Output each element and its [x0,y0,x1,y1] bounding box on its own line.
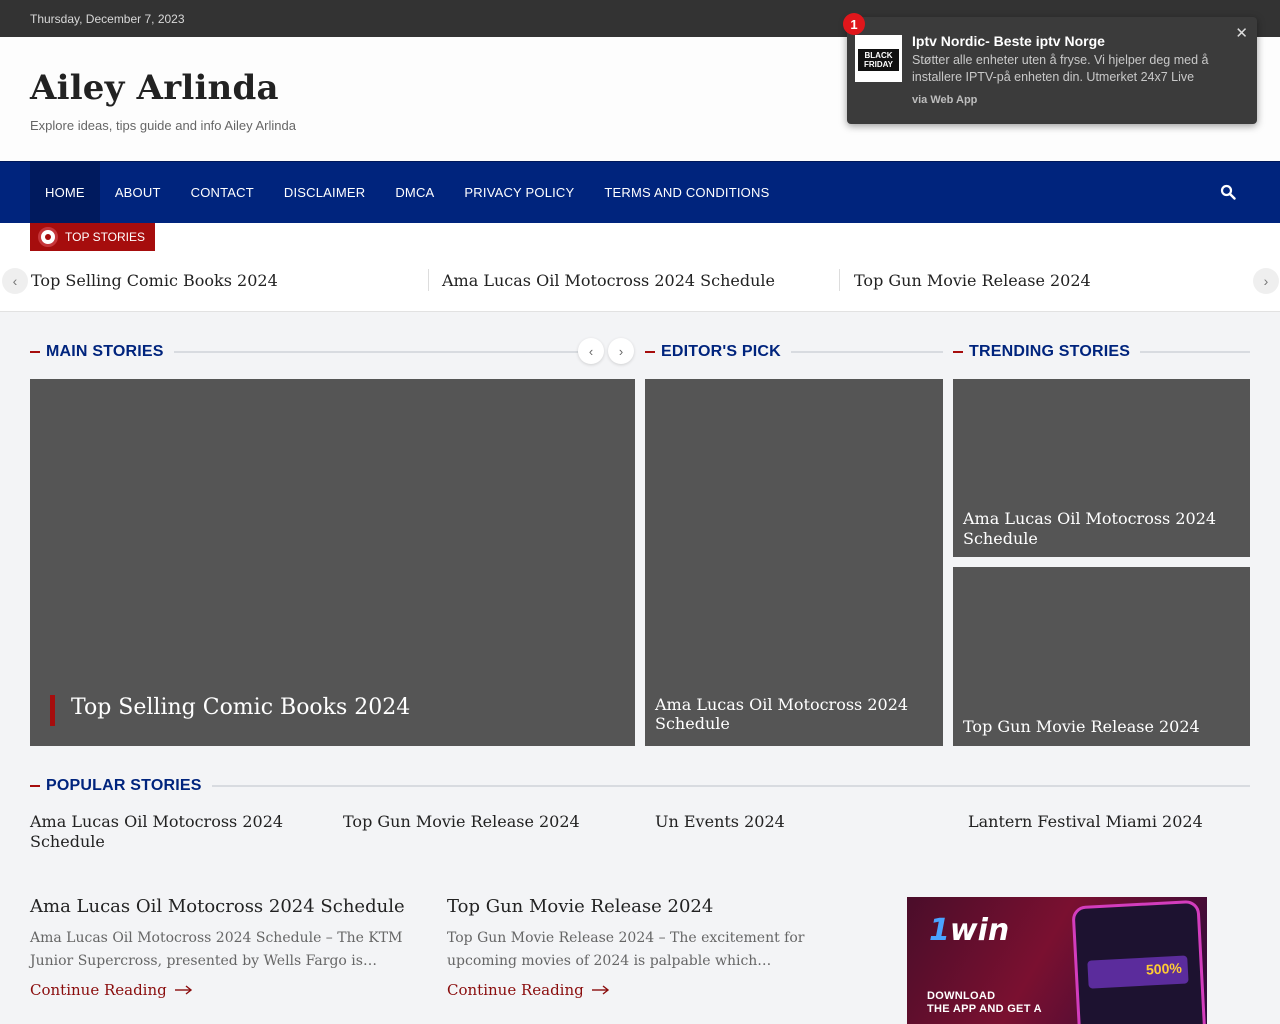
main-stories-heading: MAIN STORIES [30,343,578,361]
ticker-divider [428,269,429,291]
ticker-divider [839,269,840,291]
nav-item-about[interactable]: ABOUT [100,162,176,223]
post-item: Top Gun Movie Release 2024 Top Gun Movie… [447,896,827,999]
top-stories-label: TOP STORIES [65,230,146,244]
continue-reading-link[interactable]: Continue Reading [30,981,410,999]
heading-dash [953,351,963,353]
arrow-right-icon [174,985,192,995]
editors-pick-card[interactable]: Ama Lucas Oil Motocross 2024 Schedule [645,379,943,746]
current-date: Thursday, December 7, 2023 [30,11,185,26]
heading-dash [30,785,40,787]
popular-item[interactable]: Top Gun Movie Release 2024 [343,812,603,832]
thumbnail-text: BLACK FRIDAY [858,49,899,71]
heading-dash [645,351,655,353]
heading-dash [30,351,40,353]
editors-pick-heading: EDITOR'S PICK [645,343,943,361]
post-title[interactable]: Top Gun Movie Release 2024 [447,896,827,917]
popular-item[interactable]: Ama Lucas Oil Motocross 2024 Schedule [30,812,290,852]
ad-line-1: DOWNLOAD [927,990,996,1002]
notification-source: via Web App [912,94,978,106]
popular-item[interactable]: Lantern Festival Miami 2024 [968,812,1228,832]
popular-item[interactable]: Un Events 2024 [655,812,915,832]
top-stories-badge: TOP STORIES [30,223,156,251]
notification-count-badge: 1 [843,13,865,35]
ad-text: DOWNLOAD THE APP AND GET A [927,990,1042,1016]
post-title[interactable]: Ama Lucas Oil Motocross 2024 Schedule [30,896,410,917]
top-stories-ticker: TOP STORIES ‹ Top Selling Comic Books 20… [0,223,1280,312]
nav-item-disclaimer[interactable]: DISCLAIMER [269,162,380,223]
chevron-right-icon[interactable]: › [1253,268,1279,294]
editors-pick-label: EDITOR'S PICK [661,343,781,360]
slider-next-button[interactable]: › [608,338,634,364]
trending-title[interactable]: Top Gun Movie Release 2024 [963,717,1243,737]
heading-line [173,351,578,353]
notification-thumbnail: BLACK FRIDAY [855,35,902,82]
trending-card[interactable]: Top Gun Movie Release 2024 [953,567,1250,746]
notification-body: Støtter alle enheter uten å fryse. Vi hj… [912,53,1209,84]
nav-item-terms[interactable]: TERMS AND CONDITIONS [589,162,784,223]
ticker-row: ‹ Top Selling Comic Books 2024 Ama Lucas… [0,267,1280,295]
post-excerpt: Top Gun Movie Release 2024 – The excitem… [447,930,805,969]
push-notification[interactable]: 1 BLACK FRIDAY Iptv Nordic- Beste iptv N… [843,13,1257,124]
nav-item-privacy-policy[interactable]: PRIVACY POLICY [449,162,589,223]
close-icon[interactable]: ✕ [1235,24,1248,42]
main-story-card[interactable]: Top Selling Comic Books 2024 [30,379,635,746]
post-excerpt: Ama Lucas Oil Motocross 2024 Schedule – … [30,930,403,969]
ad-promo: 500% [1087,955,1189,989]
main-story-title[interactable]: Top Selling Comic Books 2024 [71,695,410,720]
trending-title[interactable]: Ama Lucas Oil Motocross 2024 Schedule [963,509,1233,549]
ad-line-2: THE APP AND GET A [927,1003,1042,1015]
trending-stories-label: TRENDING STORIES [969,343,1131,360]
continue-reading-label: Continue Reading [447,981,584,999]
popular-stories-label: POPULAR STORIES [46,777,202,794]
search-icon[interactable] [1220,184,1236,200]
arrow-right-icon [591,985,609,995]
trending-card[interactable]: Ama Lucas Oil Motocross 2024 Schedule [953,379,1250,557]
slider-prev-button[interactable]: ‹ [578,338,604,364]
live-dot-icon [38,227,58,247]
heading-line [1140,351,1250,353]
heading-line [790,351,943,353]
main-stories-label: MAIN STORIES [46,343,164,360]
chevron-left-icon[interactable]: ‹ [2,268,28,294]
post-item: Ama Lucas Oil Motocross 2024 Schedule Am… [30,896,410,999]
nav-item-home[interactable]: HOME [30,162,100,223]
ad-logo-number: 1 [929,913,950,948]
ad-promo-value: 500% [1145,959,1183,978]
nav-item-dmca[interactable]: DMCA [380,162,449,223]
ad-logo: 1win [929,913,1009,948]
popular-stories-heading: POPULAR STORIES [30,777,1250,795]
title-accent-bar [50,695,55,726]
editors-pick-title[interactable]: Ama Lucas Oil Motocross 2024 Schedule [655,695,925,733]
nav-item-contact[interactable]: CONTACT [176,162,269,223]
continue-reading-link[interactable]: Continue Reading [447,981,827,999]
ticker-item[interactable]: Top Gun Movie Release 2024 [854,271,1091,290]
trending-stories-heading: TRENDING STORIES [953,343,1250,361]
ticker-item[interactable]: Top Selling Comic Books 2024 [31,271,278,290]
advertisement-banner[interactable]: 1win DOWNLOAD THE APP AND GET A 500% [907,897,1207,1024]
main-navigation: HOME ABOUT CONTACT DISCLAIMER DMCA PRIVA… [0,161,1280,223]
ad-logo-word: win [949,913,1010,948]
heading-line [211,785,1250,787]
ad-phone-image: 500% [1071,899,1207,1024]
notification-title[interactable]: Iptv Nordic- Beste iptv Norge [912,33,1105,49]
ticker-item[interactable]: Ama Lucas Oil Motocross 2024 Schedule [442,271,775,290]
continue-reading-label: Continue Reading [30,981,167,999]
